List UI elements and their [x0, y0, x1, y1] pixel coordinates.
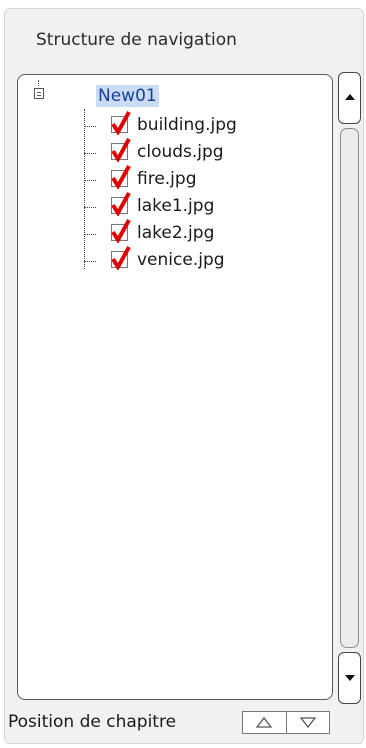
- checkmark-icon: [111, 192, 131, 216]
- tree-branch: [84, 180, 96, 181]
- navigation-tree[interactable]: New01 building.jpg clouds.jpg fire.jpg l…: [17, 74, 333, 700]
- tree-branch: [84, 207, 96, 208]
- checkbox-checked[interactable]: [111, 219, 131, 243]
- tree-item-label[interactable]: lake1.jpg: [137, 195, 214, 217]
- move-chapter-down-button[interactable]: [287, 712, 330, 733]
- tree-item-label[interactable]: clouds.jpg: [137, 141, 224, 163]
- checkmark-icon: [111, 165, 131, 189]
- scroll-down-button[interactable]: [338, 652, 361, 704]
- chapter-icon[interactable]: [34, 88, 44, 99]
- tree-branch: [84, 126, 96, 127]
- tree-item[interactable]: lake2.jpg: [84, 219, 314, 247]
- tree-item[interactable]: fire.jpg: [84, 165, 314, 193]
- tree-branch: [84, 153, 96, 154]
- tree-item-label[interactable]: venice.jpg: [137, 249, 225, 271]
- tree-item[interactable]: lake1.jpg: [84, 192, 314, 220]
- chapter-position-buttons: [242, 711, 330, 734]
- scroll-thumb[interactable]: [340, 128, 359, 648]
- checkbox-checked[interactable]: [111, 138, 131, 162]
- checkmark-icon: [111, 111, 131, 135]
- arrow-up-icon: [345, 94, 355, 100]
- navigation-structure-panel: Structure de navigation New01 building.j…: [0, 0, 366, 748]
- checkbox-checked[interactable]: [111, 165, 131, 189]
- triangle-down-icon: [300, 717, 316, 728]
- checkmark-icon: [111, 219, 131, 243]
- vertical-scrollbar[interactable]: [338, 72, 361, 704]
- tree-root-new01[interactable]: New01: [96, 85, 159, 107]
- panel-title: Structure de navigation: [36, 30, 237, 50]
- root-connector: [38, 80, 40, 86]
- tree-item-label[interactable]: fire.jpg: [137, 168, 197, 190]
- chapter-position-label: Position de chapitre: [8, 712, 177, 732]
- tree-item-label[interactable]: lake2.jpg: [137, 222, 214, 244]
- triangle-up-icon: [256, 717, 272, 728]
- tree-item[interactable]: building.jpg: [84, 111, 314, 139]
- tree-item[interactable]: clouds.jpg: [84, 138, 314, 166]
- checkmark-icon: [111, 246, 131, 270]
- arrow-down-icon: [345, 675, 355, 681]
- checkbox-checked[interactable]: [111, 192, 131, 216]
- checkbox-checked[interactable]: [111, 111, 131, 135]
- tree-branch: [84, 234, 96, 235]
- tree-item[interactable]: venice.jpg: [84, 246, 314, 274]
- checkmark-icon: [111, 138, 131, 162]
- checkbox-checked[interactable]: [111, 246, 131, 270]
- tree-item-label[interactable]: building.jpg: [137, 114, 237, 136]
- tree-branch: [84, 261, 96, 262]
- scroll-up-button[interactable]: [338, 72, 361, 124]
- move-chapter-up-button[interactable]: [243, 712, 287, 733]
